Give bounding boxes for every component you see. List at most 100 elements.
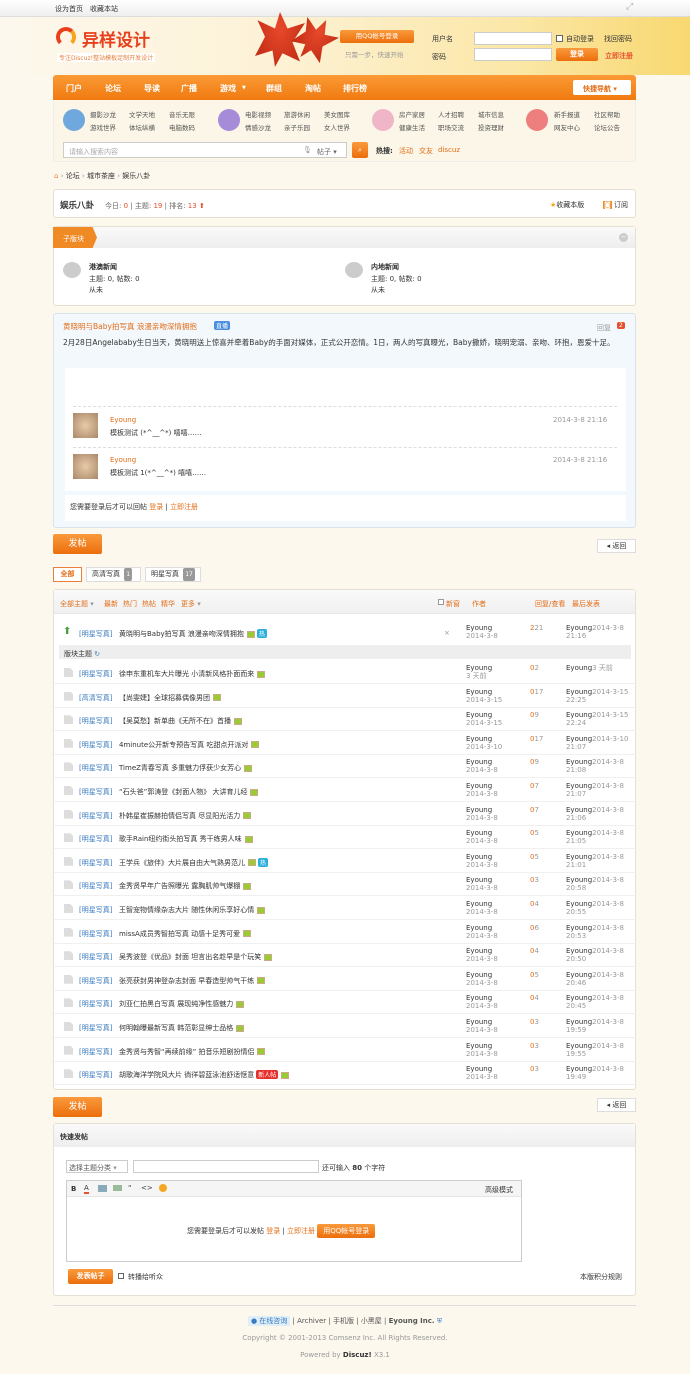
search-type-select[interactable]: 帖子 ▾	[317, 147, 337, 157]
subnav-link[interactable]: 职场交流	[438, 122, 464, 132]
replies-views-column[interactable]: 回复/查看	[535, 599, 565, 609]
hot-search-link[interactable]: 活动	[399, 146, 413, 156]
thread-category[interactable]: [明星写真]	[79, 976, 112, 986]
nav-item-forum[interactable]: 论坛	[105, 83, 121, 94]
image-insert-icon[interactable]	[98, 1185, 107, 1192]
thread-row[interactable]: [明星写真] “石头爸”郭涛登《封面人物》 大讲育儿经 Eyoung 2014-3-8…	[54, 779, 637, 802]
subnav-link[interactable]: 女人世界	[324, 122, 350, 132]
thread-author[interactable]: Eyoung	[466, 829, 498, 837]
subnav-link[interactable]: 电脑数码	[169, 122, 195, 132]
username-input[interactable]	[474, 32, 552, 45]
filter-newest[interactable]: 最新	[104, 599, 118, 609]
thread-author[interactable]: Eyoung	[466, 1065, 498, 1073]
thread-row[interactable]: [明星写真] 徐申东重机车大片曝光 小清新风格扑面而来 Eyoung 3 天前 02 Ey…	[54, 661, 637, 684]
subnav-link[interactable]: 人才招聘	[438, 109, 464, 119]
thread-row[interactable]: [明星写真] 吴秀波登《优品》封面 坦言出名趁早是个玩笑 Eyoung 2014-3-…	[54, 944, 637, 968]
subnav-link[interactable]: 情感沙龙	[245, 122, 271, 132]
thread-category[interactable]: [明星写真]	[79, 763, 112, 773]
thread-category[interactable]: [明星写真]	[79, 881, 112, 891]
last-poster[interactable]: Eyoung	[566, 876, 592, 884]
subforum-link[interactable]: 港澳新闻	[89, 262, 117, 272]
search-button[interactable]: ⌕	[352, 142, 368, 158]
subnav-link[interactable]: 音乐无限	[169, 109, 195, 119]
thread-author[interactable]: Eyoung	[466, 711, 502, 719]
last-poster[interactable]: Eyoung	[566, 806, 592, 814]
home-icon[interactable]: ⌂	[54, 172, 58, 180]
thread-author[interactable]: Eyoung	[466, 1018, 498, 1026]
code-icon[interactable]: <>	[141, 1184, 153, 1192]
last-poster[interactable]: Eyoung	[566, 971, 592, 979]
subnav-link[interactable]: 电影视频	[245, 109, 271, 119]
register-link[interactable]: 立即注册	[170, 503, 198, 511]
subnav-link[interactable]: 网友中心	[554, 122, 580, 132]
thread-row[interactable]: [明星写真] 金秀贤早年广告照曝光 露胸肌帅气爆棚 Eyoung 2014-3-8 03…	[54, 873, 637, 897]
last-poster[interactable]: Eyoung	[566, 664, 592, 672]
subnav-link[interactable]: 房产家居	[399, 109, 425, 119]
thread-title[interactable]: 张亮获封男神登杂志封面 早春造型帅气干练	[119, 976, 266, 986]
subnav-link[interactable]: 体坛纵横	[129, 122, 155, 132]
register-link[interactable]: 立即注册	[287, 1227, 315, 1235]
last-poster[interactable]: Eyoung	[566, 994, 592, 1002]
online-consult-button[interactable]: ● 在线咨询	[247, 1316, 291, 1326]
subnav-link[interactable]: 论坛公告	[594, 122, 620, 132]
submit-post-button[interactable]: 发表帖子	[68, 1269, 113, 1284]
thread-title[interactable]: 王学兵《旅伴》大片展自由大气熟男范儿 热	[119, 857, 269, 868]
powered-brand[interactable]: Discuz!	[343, 1351, 372, 1359]
thread-title[interactable]: 朴韩星崔振赫拍情侣写真 尽显阳光活力	[119, 811, 252, 821]
thread-title[interactable]: 何明翰曝最新写真 韩范彰显绅士品格	[119, 1023, 245, 1033]
fullscreen-icon[interactable]: ⤢	[626, 2, 633, 12]
thread-author[interactable]: Eyoung	[466, 900, 498, 908]
link-icon[interactable]	[113, 1185, 122, 1191]
thread-category[interactable]: [明星写真]	[79, 1023, 112, 1033]
last-poster[interactable]: Eyoung	[566, 624, 592, 632]
thread-title[interactable]: 【尚雯婕】全球招募偶像男团	[119, 693, 221, 703]
last-poster[interactable]: Eyoung	[566, 853, 592, 861]
quick-nav-button[interactable]: 快捷导航 ▾	[573, 80, 631, 95]
subnav-link[interactable]: 文学天地	[129, 109, 155, 119]
nav-item-portal[interactable]: 门户	[66, 83, 82, 94]
last-poster[interactable]: Eyoung	[566, 782, 592, 790]
smiley-icon[interactable]	[159, 1184, 167, 1192]
font-color-icon[interactable]: A	[84, 1184, 89, 1194]
thread-row[interactable]: [明星写真] TimeZ青春写真 多重魅力俘获少女芳心 Eyoung 2014-3-8…	[54, 755, 637, 779]
thread-author[interactable]: Eyoung	[466, 971, 498, 979]
thread-author[interactable]: Eyoung	[466, 664, 492, 672]
favorite-forum-button[interactable]: ★收藏本版	[550, 200, 584, 210]
back-button[interactable]: ◂ 返回	[597, 1098, 636, 1112]
featured-title[interactable]: 黄晓明与Baby拍写真 浪漫亲吻深情拥抱	[63, 321, 197, 332]
thread-row[interactable]: [明星写真] 刘亚仁拍黑白写真 展现纯净性感魅力 Eyoung 2014-3-8 04 E…	[54, 991, 637, 1015]
avatar[interactable]	[73, 454, 98, 479]
footer-link[interactable]: 小黑屋	[361, 1317, 382, 1325]
thread-category[interactable]: [明星写真]	[79, 858, 112, 868]
footer-link[interactable]: Archiver	[297, 1317, 326, 1325]
close-icon[interactable]: ×	[444, 629, 450, 637]
find-password-link[interactable]: 找回密码	[604, 34, 632, 44]
thread-author[interactable]: Eyoung	[466, 924, 498, 932]
subscribe-button[interactable]: ◙ 订阅	[603, 200, 628, 210]
thread-title[interactable]: 黄晓明与Baby拍写真 浪漫亲吻深情拥抱 热	[119, 629, 267, 639]
subject-input[interactable]	[133, 1160, 319, 1173]
login-link[interactable]: 登录	[149, 503, 163, 511]
qq-login-button[interactable]: 用QQ帐号登录	[317, 1224, 376, 1238]
subnav-link[interactable]: 美女图库	[324, 109, 350, 119]
set-home-link[interactable]: 设为首页	[55, 4, 83, 14]
nav-item-ranking[interactable]: 排行榜	[343, 83, 367, 94]
subnav-link[interactable]: 城市信息	[478, 109, 504, 119]
breadcrumb-current[interactable]: 娱乐八卦	[122, 172, 150, 180]
search-input[interactable]: 请输入搜索内容 🎙 帖子 ▾	[63, 142, 347, 158]
logo-text[interactable]: 异样设计	[82, 26, 150, 51]
thread-author[interactable]: Eyoung	[466, 624, 498, 632]
forward-checkbox[interactable]	[118, 1273, 124, 1279]
hot-search-link[interactable]: 交友	[419, 146, 433, 156]
thread-author[interactable]: Eyoung	[466, 947, 498, 955]
avatar[interactable]	[73, 413, 98, 438]
thread-author[interactable]: Eyoung	[466, 806, 498, 814]
thread-category[interactable]: [明星写真]	[79, 952, 112, 962]
thread-row[interactable]: [明星写真] 4minute公开新专预告写真 吃甜点开派对 Eyoung 2014-3…	[54, 732, 637, 755]
thread-title[interactable]: 刘亚仁拍黑白写真 展现纯净性感魅力	[119, 999, 245, 1009]
new-window-label[interactable]: 新窗	[446, 599, 460, 609]
last-poster[interactable]: Eyoung	[566, 1018, 592, 1026]
microphone-icon[interactable]: 🎙	[303, 146, 312, 154]
quote-icon[interactable]: “	[128, 1184, 132, 1192]
bookmark-link[interactable]: 收藏本站	[90, 4, 118, 14]
